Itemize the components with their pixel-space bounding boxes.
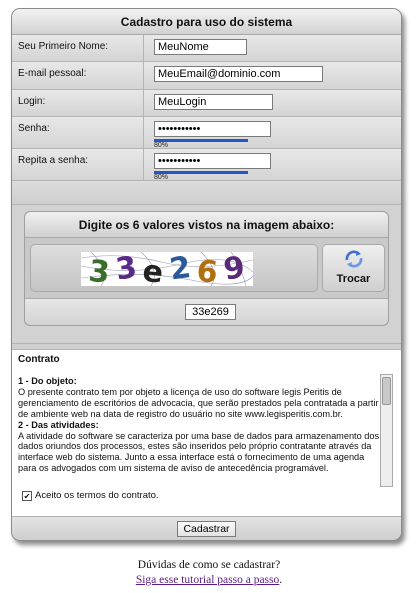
password-repeat-label: Repita a senha:	[12, 149, 144, 180]
email-label: E-mail pessoal:	[12, 62, 144, 89]
row-password-repeat: Repita a senha: 80%	[12, 149, 401, 181]
scrollbar-thumb[interactable]	[382, 377, 391, 405]
contract-section-2-text: A atividade do software se caracteriza p…	[18, 430, 380, 474]
row-first-name: Seu Primeiro Nome:	[12, 35, 401, 62]
login-label: Login:	[12, 90, 144, 116]
form-title: Cadastro para uso do sistema	[12, 9, 401, 35]
contract-section-1-text: O presente contrato tem por objeto a lic…	[18, 386, 379, 419]
captcha-glyph: 3	[87, 254, 111, 286]
contract-text: 1 - Do objeto: O presente contrato tem p…	[18, 376, 380, 487]
captcha-section: Digite os 6 valores vistos na imagem aba…	[12, 205, 401, 344]
spacer-row	[12, 181, 401, 205]
agree-terms[interactable]: ✔ Aceito os termos do contrato.	[22, 490, 159, 501]
first-name-input[interactable]	[154, 39, 247, 55]
contract-section-1-title: 1 - Do objeto:	[18, 376, 77, 386]
captcha-glyph: e	[141, 254, 165, 286]
tutorial-link[interactable]: Siga esse tutorial passo a passo	[136, 574, 279, 586]
password-repeat-strength-label: 80%	[154, 174, 169, 181]
captcha-glyph: 9	[221, 252, 247, 286]
agree-checkbox[interactable]: ✔	[22, 490, 32, 501]
submit-bar: Cadastrar	[12, 516, 401, 540]
row-email: E-mail pessoal:	[12, 62, 401, 90]
password-input[interactable]	[154, 121, 271, 137]
captcha-image: 33e269	[81, 252, 253, 286]
captcha-heading: Digite os 6 valores vistos na imagem aba…	[25, 212, 388, 238]
password-repeat-input[interactable]	[154, 153, 271, 169]
row-password: Senha: 80%	[12, 117, 401, 149]
submit-button[interactable]: Cadastrar	[177, 521, 236, 537]
first-name-label: Seu Primeiro Nome:	[12, 35, 144, 61]
contract-scrollbar[interactable]	[380, 374, 393, 487]
row-login: Login:	[12, 90, 401, 117]
captcha-image-frame: 33e269	[30, 244, 318, 292]
agree-label: Aceito os termos do contrato.	[35, 490, 159, 501]
email-input[interactable]	[154, 66, 323, 82]
password-repeat-strength: 80%	[154, 171, 271, 182]
registration-panel: Cadastro para uso do sistema Seu Primeir…	[11, 8, 402, 541]
help-question: Dúvidas de como se cadastrar?	[137, 559, 281, 571]
contract-title: Contrato	[18, 354, 60, 365]
help-suffix: .	[279, 574, 283, 586]
password-label: Senha:	[12, 117, 144, 148]
captcha-glyph: 2	[167, 252, 193, 286]
refresh-label: Trocar	[336, 273, 371, 285]
help-section: Dúvidas de como se cadastrar? Siga esse …	[0, 558, 418, 588]
captcha-glyph: 6	[195, 254, 219, 286]
refresh-captcha-button[interactable]: Trocar	[322, 244, 385, 292]
captcha-box: Digite os 6 valores vistos na imagem aba…	[24, 211, 389, 326]
refresh-icon	[345, 250, 362, 268]
contract-section-2-title: 2 - Das atividades:	[18, 419, 99, 430]
contract-section: Contrato 1 - Do objeto: O presente contr…	[12, 349, 401, 516]
captcha-input-row	[25, 298, 388, 325]
login-input[interactable]	[154, 94, 273, 110]
captcha-input[interactable]	[185, 304, 236, 320]
